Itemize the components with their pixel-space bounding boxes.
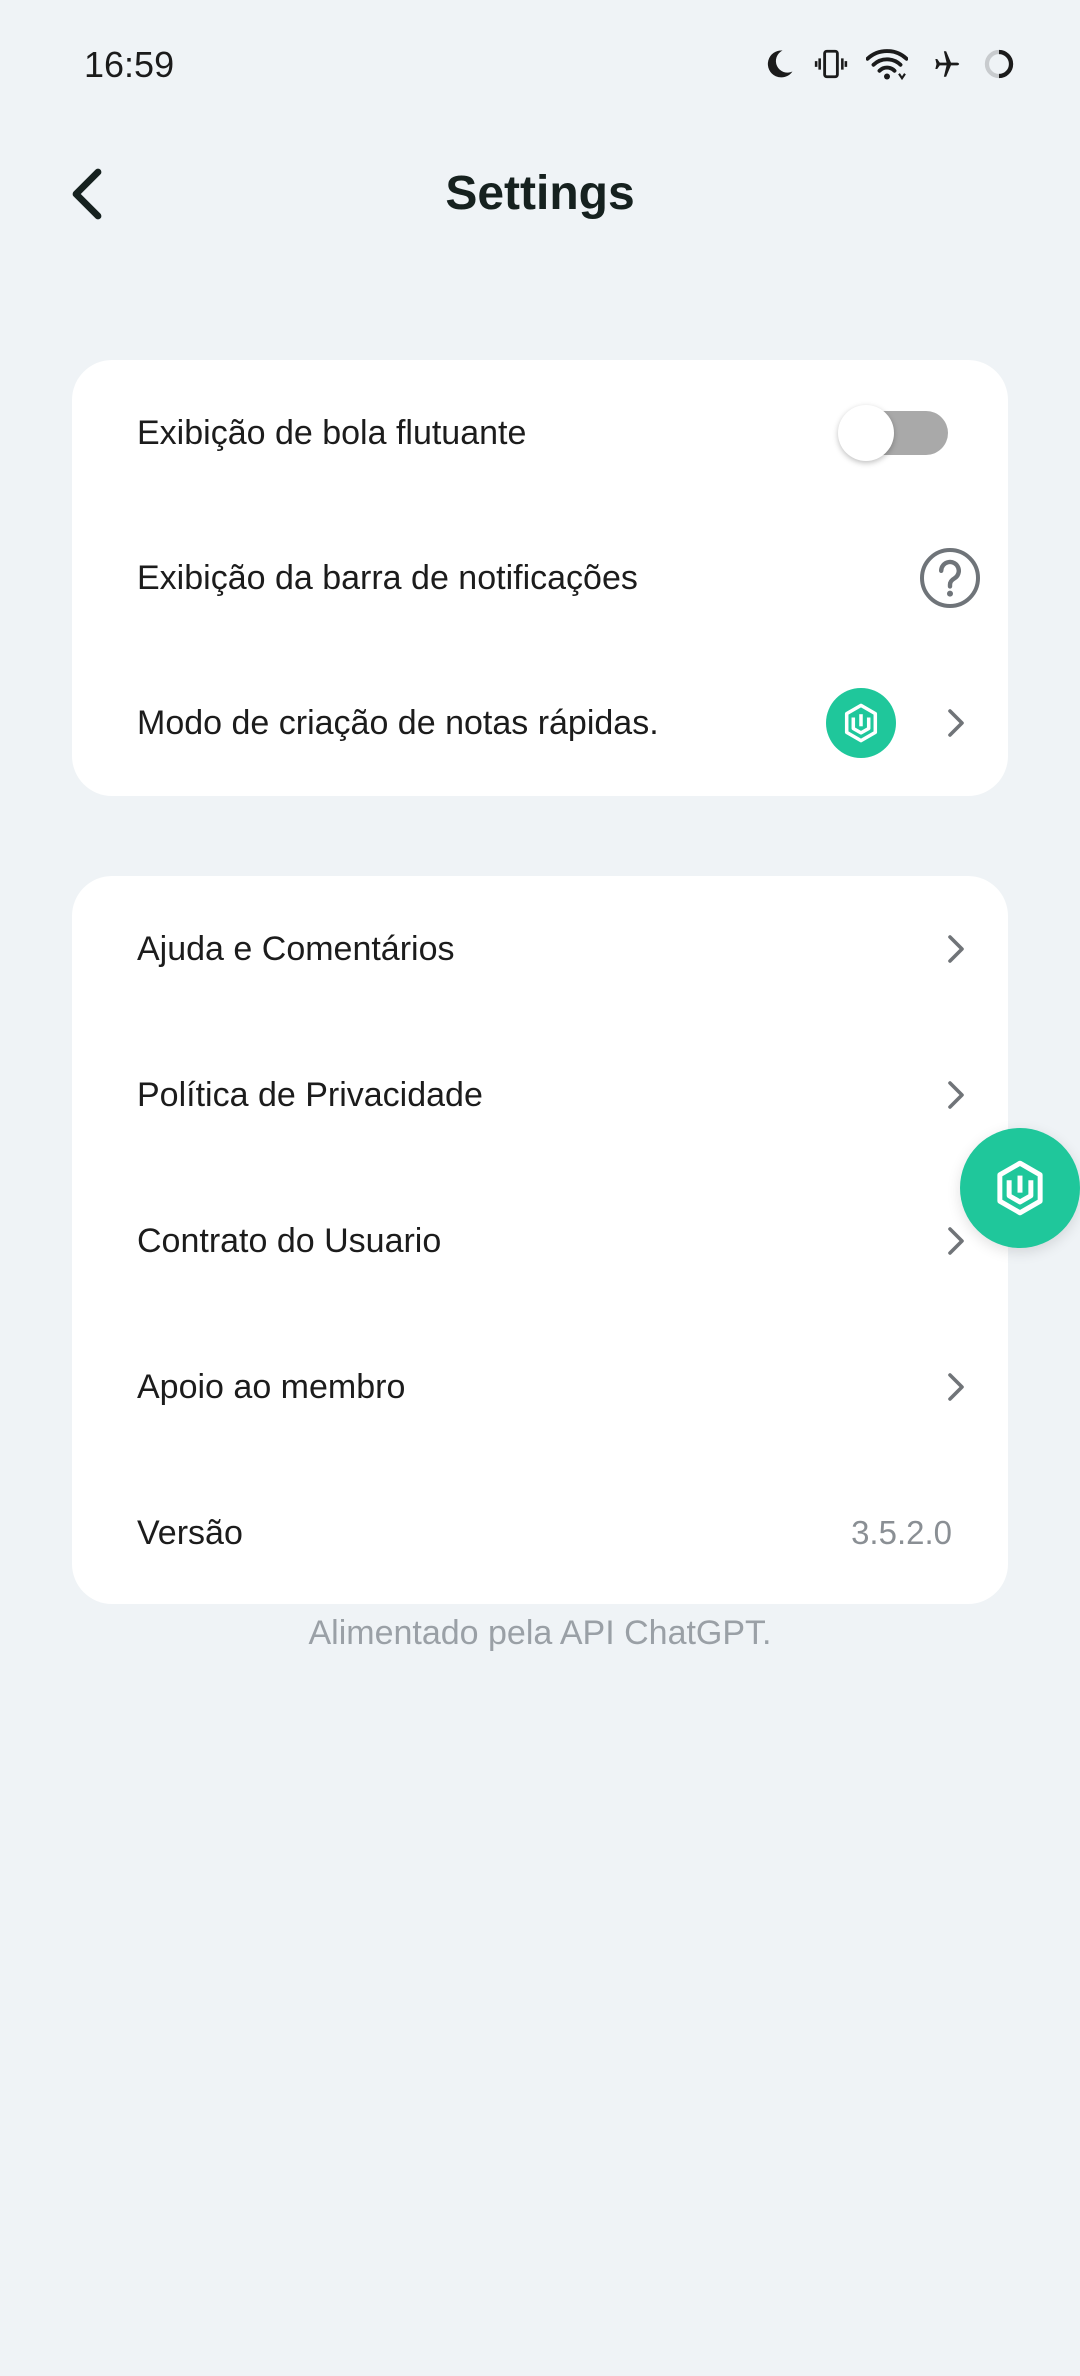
page-title: Settings (445, 167, 635, 220)
quick-note-mode-row[interactable]: Modo de criação de notas rápidas. (72, 650, 1008, 796)
vibrate-icon (814, 47, 848, 81)
settings-card-display: Exibição de bola flutuante Exibição da b… (72, 360, 1008, 796)
status-icons (762, 40, 1016, 88)
app-logo-icon (997, 1160, 1043, 1216)
chevron-right-icon (942, 1367, 970, 1407)
settings-card-info: Ajuda e Comentários Política de Privacid… (72, 876, 1008, 1604)
privacy-policy-row[interactable]: Política de Privacidade (72, 1022, 1008, 1168)
toggle-knob (838, 405, 894, 461)
version-value: 3.5.2.0 (851, 1514, 952, 1551)
status-bar: 16:59 (0, 0, 1080, 130)
floating-ball-setting-row: Exibição de bola flutuante (72, 360, 1008, 506)
airplane-icon (926, 47, 964, 81)
moon-icon (762, 47, 796, 81)
row-label: Ajuda e Comentários (137, 929, 455, 968)
wifi-icon (866, 47, 908, 81)
notification-bar-setting-row: Exibição da barra de notificações (72, 505, 1008, 651)
chevron-right-icon (942, 1221, 970, 1261)
row-label: Exibição da barra de notificações (137, 558, 638, 597)
version-row: Versão 3.5.2.0 (72, 1460, 1008, 1606)
header: Settings (0, 140, 1080, 250)
row-label: Versão (137, 1513, 243, 1552)
chevron-right-icon (942, 703, 970, 743)
row-label: Apoio ao membro (137, 1367, 406, 1406)
app-logo-icon (826, 688, 896, 758)
floating-ball-toggle[interactable] (838, 405, 948, 461)
row-label: Política de Privacidade (137, 1075, 483, 1114)
user-agreement-row[interactable]: Contrato do Usuario (72, 1168, 1008, 1314)
chevron-right-icon (942, 929, 970, 969)
row-label: Exibição de bola flutuante (137, 413, 527, 452)
member-support-row[interactable]: Apoio ao membro (72, 1314, 1008, 1460)
chevron-right-icon (942, 1075, 970, 1115)
battery-saver-icon (982, 47, 1016, 81)
status-time: 16:59 (84, 44, 175, 85)
floating-ball-button[interactable] (960, 1128, 1080, 1248)
row-label: Modo de criação de notas rápidas. (137, 703, 659, 742)
powered-by-note: Alimentado pela API ChatGPT. (308, 1614, 772, 1652)
row-label: Contrato do Usuario (137, 1221, 442, 1260)
help-icon[interactable] (918, 546, 982, 610)
help-feedback-row[interactable]: Ajuda e Comentários (72, 876, 1008, 1022)
